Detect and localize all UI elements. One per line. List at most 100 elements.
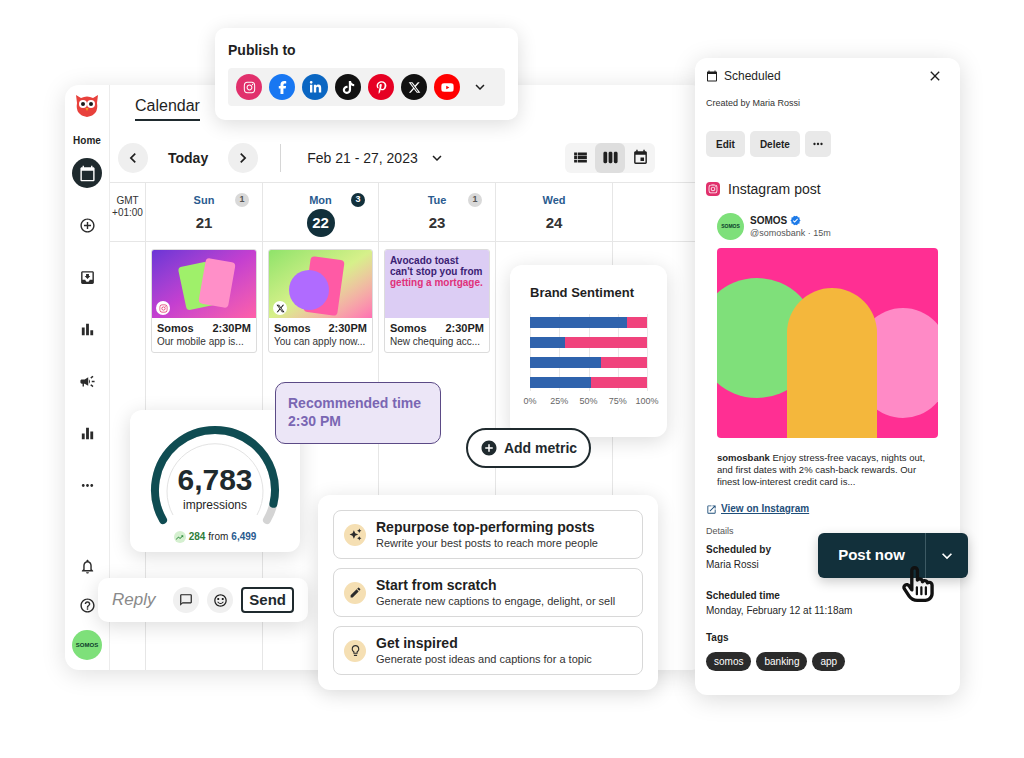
sentiment-bar[interactable] (530, 357, 647, 368)
inspire-icon (349, 644, 362, 657)
facebook-icon (276, 81, 289, 94)
account-avatar[interactable]: SOMOS (72, 630, 102, 660)
ai-actions-card: Repurpose top-performing postsRewrite yo… (318, 495, 658, 690)
panel-action-button[interactable]: Edit (706, 131, 745, 157)
home-label[interactable]: Home (73, 135, 101, 147)
more-button[interactable] (805, 131, 831, 157)
chevron-down-icon (937, 546, 957, 566)
sentiment-chart (530, 317, 647, 388)
detail-field: Scheduled timeMonday, February 12 at 11:… (706, 589, 949, 617)
instagram-icon (243, 81, 256, 94)
message-icon[interactable] (179, 593, 193, 607)
ai-action[interactable]: Start from scratchGenerate new captions … (333, 568, 643, 617)
post-now-button-group: Post now (818, 533, 968, 578)
view-on-instagram-link[interactable]: View on Instagram (706, 502, 949, 516)
post-count-badge: 3 (351, 193, 365, 207)
sentiment-bar[interactable] (530, 377, 647, 388)
sidebar-item[interactable] (65, 251, 109, 303)
more-icon (79, 477, 96, 494)
post-excerpt: Our mobile app is... (157, 335, 251, 349)
page: Home SOMOS Calendar Today Feb 21 - 27, 2023 G… (0, 0, 1024, 758)
add-metric-button[interactable]: Add metric (466, 428, 591, 468)
instagram-icon (708, 184, 718, 194)
account-name: SOMOS (750, 215, 787, 227)
day-header[interactable]: Tue231 (378, 183, 495, 241)
view-option[interactable] (565, 143, 595, 173)
post-caption: somosbank Enjoy stress-free vacays, nigh… (717, 452, 938, 488)
network-button[interactable] (335, 74, 361, 100)
owl-logo-icon[interactable] (72, 89, 102, 119)
day-header[interactable]: Sun211 (145, 183, 262, 241)
calendar-toolbar: Today Feb 21 - 27, 2023 (110, 133, 705, 183)
post-count-badge: 1 (468, 193, 482, 207)
more-icon (811, 137, 825, 151)
x-icon (408, 81, 421, 94)
sidebar-item[interactable] (65, 407, 109, 459)
insights-icon (79, 425, 96, 442)
post-card[interactable]: Somos2:30PMYou can apply now... (268, 249, 373, 353)
network-button[interactable] (368, 74, 394, 100)
reply-bar: Reply Send (98, 578, 308, 622)
post-now-button[interactable]: Post now (818, 533, 925, 578)
repurpose-icon (349, 528, 362, 541)
panel-action-button[interactable]: Delete (750, 131, 800, 157)
view-option[interactable] (595, 143, 625, 173)
hand-cursor-icon (900, 566, 936, 602)
calendar-icon (79, 165, 96, 182)
post-author: Somos (274, 321, 311, 335)
trend-up-icon (175, 533, 184, 542)
panel-title: Scheduled (724, 68, 921, 84)
calendar-title[interactable]: Calendar (135, 96, 200, 121)
date-range-picker[interactable]: Feb 21 - 27, 2023 (307, 149, 446, 167)
sidebar-item[interactable] (65, 459, 109, 511)
created-by: Created by Maria Rossi (706, 97, 949, 109)
sidebar-item[interactable] (65, 147, 109, 199)
day-header[interactable]: Wed24 (495, 183, 612, 241)
tag-chip[interactable]: banking (756, 652, 807, 671)
sidebar-item[interactable] (65, 303, 109, 355)
inbox-icon (79, 269, 96, 286)
view-option[interactable] (625, 143, 655, 173)
post-card[interactable]: Somos2:30PMOur mobile app is... (151, 249, 257, 353)
publish-title: Publish to (228, 41, 505, 59)
chevron-right-icon (233, 148, 253, 168)
post-thumbnail (269, 250, 372, 318)
day-header[interactable]: Mon223 (262, 183, 378, 241)
ai-action[interactable]: Get inspiredGenerate post ideas and capt… (333, 626, 643, 675)
network-picker (228, 68, 505, 106)
tag-chip[interactable]: somos (706, 652, 751, 671)
instagram-icon (159, 304, 168, 313)
sentiment-bar[interactable] (530, 317, 647, 328)
chevron-down-icon[interactable] (471, 78, 489, 96)
post-thumbnail: Avocado toast can't stop you from gettin… (385, 250, 489, 318)
tag-chip[interactable]: app (812, 652, 845, 671)
today-button[interactable]: Today (168, 149, 208, 167)
sidebar-item[interactable] (65, 355, 109, 407)
network-badge (156, 301, 170, 315)
impressions-label: impressions (183, 497, 247, 513)
network-button[interactable] (302, 74, 328, 100)
network-button[interactable] (401, 74, 427, 100)
next-week-button[interactable] (228, 143, 258, 173)
send-button[interactable]: Send (241, 587, 294, 613)
post-preview: SOMOSSOMOS@somosbank · 15msomosbank Enjo… (706, 199, 949, 488)
post-card[interactable]: Avocado toast can't stop you from gettin… (384, 249, 490, 353)
chart-title: Brand Sentiment (530, 285, 647, 301)
sidebar-item[interactable] (65, 199, 109, 251)
post-options-button[interactable] (926, 533, 968, 578)
network-button[interactable] (269, 74, 295, 100)
day-header-row: GMT+01:00Sun211Mon223Tue231Wed24 (110, 183, 705, 242)
tags-label: Tags (706, 631, 949, 644)
reply-input[interactable]: Reply (112, 587, 165, 613)
close-icon[interactable] (927, 68, 943, 84)
post-type: Instagram post (728, 180, 821, 198)
emoji-icon[interactable] (213, 593, 228, 608)
network-button[interactable] (236, 74, 262, 100)
previous-week-button[interactable] (118, 143, 148, 173)
post-author: Somos (157, 321, 194, 335)
network-button[interactable] (434, 74, 460, 100)
notifications-icon (79, 558, 96, 575)
post-thumbnail (152, 250, 256, 318)
sentiment-bar[interactable] (530, 337, 647, 348)
ai-action[interactable]: Repurpose top-performing postsRewrite yo… (333, 510, 643, 559)
